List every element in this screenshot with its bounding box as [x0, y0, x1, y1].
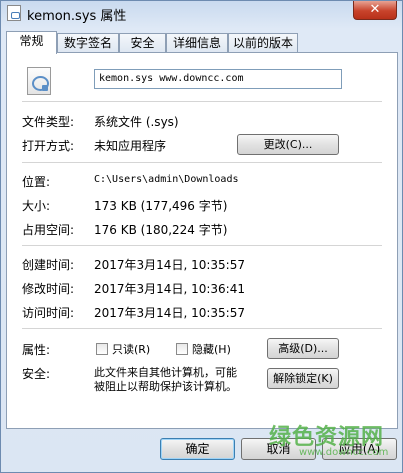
window-title: kemon.sys 属性 — [27, 9, 127, 24]
separator — [22, 328, 382, 329]
disk-size-value: 176 KB (180,224 字节) — [94, 223, 228, 237]
separator — [22, 162, 382, 163]
properties-window: kemon.sys 属性 ✕ 常规 数字签名 安全 详细信息 以前的版本 kem… — [0, 0, 403, 473]
hidden-label[interactable]: 隐藏(H) — [192, 341, 231, 357]
location-value: C:\Users\admin\Downloads — [94, 174, 239, 185]
hidden-checkbox[interactable] — [176, 343, 188, 355]
size-value: 173 KB (177,496 字节) — [94, 199, 228, 213]
readonly-label[interactable]: 只读(R) — [112, 341, 150, 357]
security-warning-line-2: 被阻止以帮助保护该计算机。 — [94, 380, 237, 393]
advanced-button[interactable]: 高级(D)... — [267, 338, 339, 359]
modified-value: 2017年3月14日, 10:36:41 — [94, 282, 245, 296]
tab-security[interactable]: 安全 — [119, 33, 166, 53]
readonly-checkbox[interactable] — [96, 343, 108, 355]
file-name-input[interactable]: kemon.sys www.downcc.com — [94, 69, 342, 89]
tab-general[interactable]: 常规 — [6, 31, 57, 54]
disk-size-label: 占用空间: — [22, 223, 75, 237]
file-type-value: 系统文件 (.sys) — [94, 115, 179, 129]
open-with-value: 未知应用程序 — [94, 139, 167, 153]
watermark-logo: 绿色资源网 www.downcc.com — [269, 419, 399, 469]
security-label: 安全: — [22, 367, 51, 381]
accessed-value: 2017年3月14日, 10:35:57 — [94, 306, 245, 320]
attributes-label: 属性: — [22, 343, 51, 357]
close-button[interactable]: ✕ — [353, 1, 397, 20]
title-bar[interactable]: kemon.sys 属性 ✕ — [1, 1, 402, 25]
tab-details[interactable]: 详细信息 — [166, 33, 228, 53]
change-button[interactable]: 更改(C)... — [237, 134, 339, 155]
accessed-label: 访问时间: — [22, 306, 75, 320]
file-icon — [7, 5, 21, 21]
watermark-url: www.downcc.com — [299, 447, 389, 458]
ok-button[interactable]: 确定 — [160, 438, 235, 460]
size-label: 大小: — [22, 199, 51, 213]
general-panel: kemon.sys www.downcc.com 文件类型: 系统文件 (.sy… — [6, 52, 398, 429]
tab-strip: 常规 数字签名 安全 详细信息 以前的版本 — [6, 31, 398, 54]
tab-digital-signature[interactable]: 数字签名 — [57, 33, 119, 53]
created-value: 2017年3月14日, 10:35:57 — [94, 258, 245, 272]
created-label: 创建时间: — [22, 258, 75, 272]
open-with-label: 打开方式: — [22, 139, 75, 153]
separator — [22, 101, 382, 102]
location-label: 位置: — [22, 175, 51, 189]
system-file-icon — [27, 67, 51, 95]
separator — [22, 245, 382, 246]
modified-label: 修改时间: — [22, 282, 75, 296]
unblock-button[interactable]: 解除锁定(K) — [267, 368, 339, 389]
file-type-label: 文件类型: — [22, 115, 75, 129]
tab-previous-versions[interactable]: 以前的版本 — [228, 33, 298, 53]
